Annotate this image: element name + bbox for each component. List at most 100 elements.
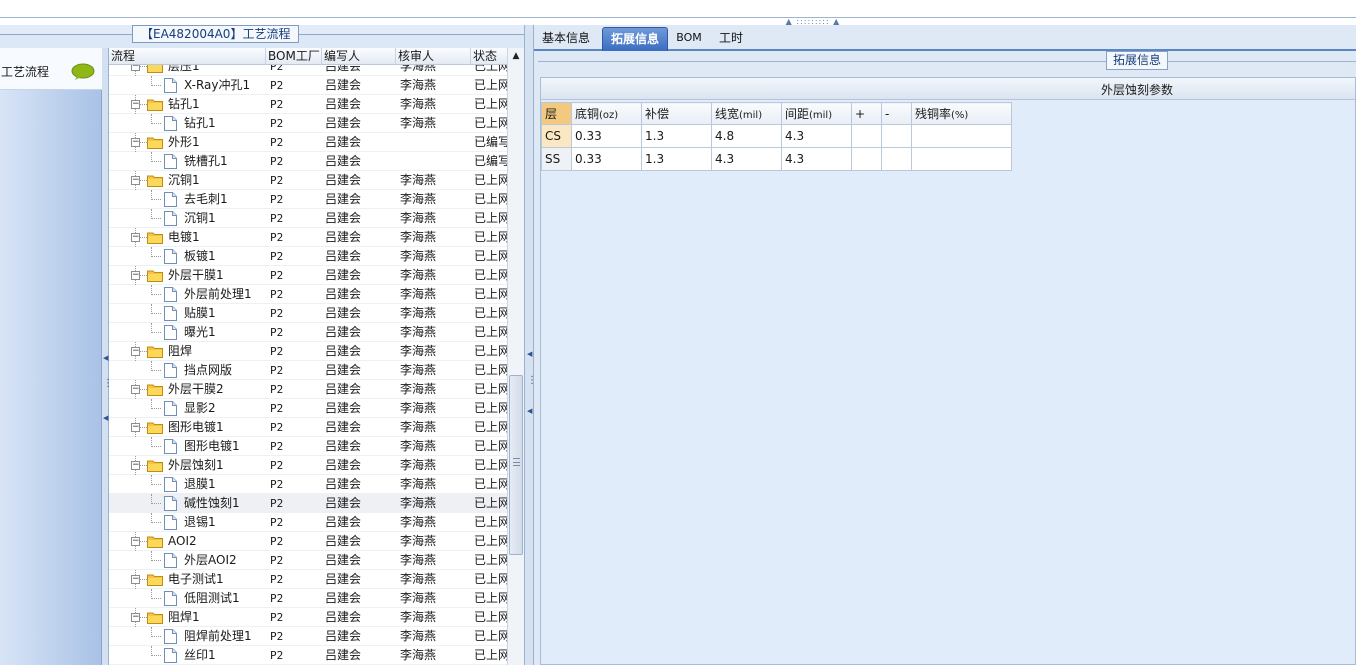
param-cell[interactable]: 4.8 [711,124,782,148]
tab-bom[interactable]: BOM [674,27,704,51]
collapse-left-icon[interactable]: ◀ [103,414,108,422]
collapse-toggle-icon[interactable]: − [131,423,140,432]
folder-icon [147,384,163,396]
tab-basic-info[interactable]: 基本信息 [536,27,596,51]
param-cell[interactable] [911,124,1012,148]
collapse-toggle-icon[interactable]: − [131,385,140,394]
table-row[interactable]: 显影2 P2 吕建会 李海燕 已上网 [109,399,507,418]
collapse-toggle-icon[interactable]: − [131,176,140,185]
param-column-header[interactable]: 残铜率(%) [911,102,1012,125]
table-row[interactable]: 退膜1 P2 吕建会 李海燕 已上网 [109,475,507,494]
collapse-toggle-icon[interactable]: − [131,233,140,242]
param-cell[interactable]: 4.3 [711,147,782,171]
node-label: 挡点网版 [184,363,233,377]
scroll-thumb[interactable] [509,375,523,555]
collapse-left-icon[interactable]: ◀ [527,407,532,415]
collapse-toggle-icon[interactable]: − [131,138,140,147]
header-unit: (oz) [599,110,619,121]
table-row[interactable]: 铣槽孔1 P2 吕建会 已编写 [109,152,507,171]
table-row[interactable]: X-Ray冲孔1 P2 吕建会 李海燕 已上网 [109,76,507,95]
table-row[interactable]: 碱性蚀刻1 P2 吕建会 李海燕 已上网 [109,494,507,513]
table-row[interactable]: − 沉铜1 P2 吕建会 李海燕 已上网 [109,171,507,190]
param-column-header[interactable]: 底铜(oz) [571,102,642,125]
param-cell[interactable] [881,147,912,171]
table-row[interactable]: 阻焊前处理1 P2 吕建会 李海燕 已上网 [109,627,507,646]
param-row[interactable]: CS 0.33 1.3 4.8 4.3 [541,124,1012,148]
collapse-toggle-icon[interactable]: − [131,461,140,470]
param-cell[interactable]: 1.3 [641,124,712,148]
collapse-left-icon[interactable]: ◀ [527,350,532,358]
table-row[interactable]: 退锡1 P2 吕建会 李海燕 已上网 [109,513,507,532]
column-header-reviewer[interactable]: 核审人 [396,48,471,65]
grid-scrollbar[interactable]: ▲ [507,48,524,665]
param-column-header[interactable]: 线宽(mil) [711,102,782,125]
param-column-header[interactable]: 层 [541,102,572,125]
param-row[interactable]: SS 0.33 1.3 4.3 4.3 [541,147,1012,171]
collapse-toggle-icon[interactable]: − [131,100,140,109]
status-cell: 已上网 [474,382,507,396]
layer-cell[interactable]: CS [541,124,572,148]
collapse-left-icon[interactable]: ◀ [103,354,108,362]
table-row[interactable]: − 外形1 P2 吕建会 已编写 [109,133,507,152]
param-cell[interactable] [851,147,882,171]
param-cell[interactable]: 1.3 [641,147,712,171]
table-row[interactable]: − 层压1 P2 吕建会 李海燕 已上网 [109,65,507,76]
table-row[interactable]: − 外层干膜2 P2 吕建会 李海燕 已上网 [109,380,507,399]
param-cell[interactable]: 0.33 [571,124,642,148]
collapse-toggle-icon[interactable]: − [131,347,140,356]
column-header-flow[interactable]: 流程 [109,48,266,65]
main-splitter[interactable]: ◀ ⋮ ◀ [524,25,537,665]
collapse-toggle-icon[interactable]: − [131,271,140,280]
table-row[interactable]: − 钻孔1 P2 吕建会 李海燕 已上网 [109,95,507,114]
collapse-toggle-icon[interactable]: − [131,575,140,584]
table-row[interactable]: 曝光1 P2 吕建会 李海燕 已上网 [109,323,507,342]
table-row[interactable]: − 电子测试1 P2 吕建会 李海燕 已上网 [109,570,507,589]
param-column-header[interactable]: 间距(mil) [781,102,852,125]
table-row[interactable]: 贴膜1 P2 吕建会 李海燕 已上网 [109,304,507,323]
table-row[interactable]: 低阻测试1 P2 吕建会 李海燕 已上网 [109,589,507,608]
sidebar-splitter[interactable]: ◀ ⋮ ◀ [102,48,113,665]
column-header-bom[interactable]: BOM工厂 [266,48,322,65]
table-row[interactable]: − AOI2 P2 吕建会 李海燕 已上网 [109,532,507,551]
bom-cell: P2 [270,592,284,605]
table-row[interactable]: 沉铜1 P2 吕建会 李海燕 已上网 [109,209,507,228]
param-column-header[interactable]: - [881,102,912,125]
param-cell[interactable] [911,147,1012,171]
table-row[interactable]: − 外层干膜1 P2 吕建会 李海燕 已上网 [109,266,507,285]
collapse-toggle-icon[interactable]: − [131,65,140,71]
bom-cell: P2 [270,440,284,453]
tab-work-hours[interactable]: 工时 [714,27,748,51]
table-row[interactable]: 钻孔1 P2 吕建会 李海燕 已上网 [109,114,507,133]
scroll-up-icon[interactable]: ▲ [508,48,524,64]
table-row[interactable]: 丝印1 P2 吕建会 李海燕 已上网 [109,646,507,665]
param-cell[interactable] [851,124,882,148]
param-column-header[interactable]: + [851,102,882,125]
table-row[interactable]: − 电镀1 P2 吕建会 李海燕 已上网 [109,228,507,247]
table-row[interactable]: − 阻焊1 P2 吕建会 李海燕 已上网 [109,608,507,627]
sidebar-item-process-flow[interactable]: 工艺流程 [0,48,102,90]
collapse-toggle-icon[interactable]: − [131,537,140,546]
table-row[interactable]: 挡点网版 P2 吕建会 李海燕 已上网 [109,361,507,380]
param-cell[interactable]: 4.3 [781,147,852,171]
table-row[interactable]: 外层前处理1 P2 吕建会 李海燕 已上网 [109,285,507,304]
table-row[interactable]: 外层AOI2 P2 吕建会 李海燕 已上网 [109,551,507,570]
param-cell[interactable] [881,124,912,148]
column-header-status[interactable]: 状态 [471,48,507,65]
column-header-writer[interactable]: 编写人 [322,48,396,65]
node-label: 钻孔1 [168,97,200,111]
table-row[interactable]: 去毛刺1 P2 吕建会 李海燕 已上网 [109,190,507,209]
table-row[interactable]: − 阻焊 P2 吕建会 李海燕 已上网 [109,342,507,361]
node-label: 贴膜1 [184,306,216,320]
tab-extended-info[interactable]: 拓展信息 [602,27,668,51]
layer-cell[interactable]: SS [541,147,572,171]
param-column-header[interactable]: 补偿 [641,102,712,125]
table-row[interactable]: 图形电镀1 P2 吕建会 李海燕 已上网 [109,437,507,456]
collapse-toggle-icon[interactable]: − [131,613,140,622]
table-row[interactable]: − 图形电镀1 P2 吕建会 李海燕 已上网 [109,418,507,437]
param-cell[interactable]: 4.3 [781,124,852,148]
table-row[interactable]: − 外层蚀刻1 P2 吕建会 李海燕 已上网 [109,456,507,475]
table-row[interactable]: 板镀1 P2 吕建会 李海燕 已上网 [109,247,507,266]
bom-cell: P2 [270,649,284,662]
param-cell[interactable]: 0.33 [571,147,642,171]
collapse-handle-top[interactable]: ▲ ::::::::: ▲ [780,18,846,26]
